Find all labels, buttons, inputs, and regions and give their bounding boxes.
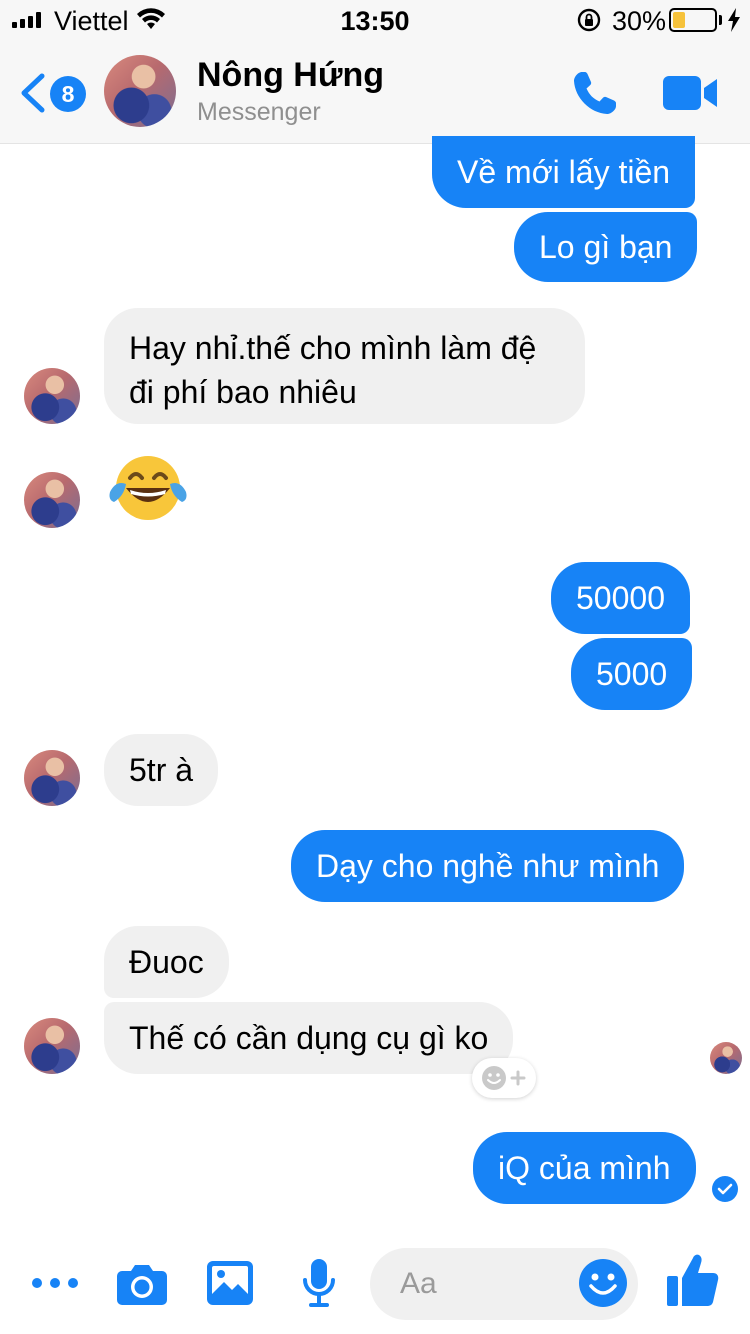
sender-avatar[interactable] [24, 750, 80, 806]
add-emoji-icon [482, 1066, 526, 1090]
emoji-picker-icon[interactable] [578, 1258, 628, 1308]
sender-avatar[interactable] [24, 368, 80, 424]
video-camera-icon[interactable] [663, 74, 719, 112]
battery-percent: 30% [612, 6, 667, 36]
rotation-lock-icon [577, 8, 601, 32]
camera-icon[interactable] [116, 1262, 168, 1306]
unread-count-badge[interactable]: 8 [50, 76, 86, 112]
contact-avatar[interactable] [104, 55, 176, 127]
sender-avatar[interactable] [24, 472, 80, 528]
composer-bar [0, 1240, 750, 1334]
more-options-icon[interactable] [32, 1278, 78, 1288]
battery-level [673, 12, 685, 28]
delivered-check-icon [712, 1176, 738, 1202]
message-bubble-incoming[interactable]: 5tr à [104, 734, 219, 806]
phone-icon[interactable] [570, 68, 620, 118]
message-bubble-outgoing[interactable]: 50000 [551, 562, 690, 634]
message-bubble-outgoing[interactable]: iQ của mình [473, 1132, 696, 1204]
conversation-header: 8 Nông Hứng Messenger [0, 40, 750, 144]
add-reaction-button[interactable] [472, 1058, 536, 1098]
photo-gallery-icon[interactable] [206, 1260, 254, 1306]
message-bubble-outgoing[interactable]: Về mới lấy tiền [432, 136, 696, 208]
message-bubble-incoming[interactable]: Đuoc [104, 926, 229, 998]
battery-icon [669, 8, 717, 32]
tears-of-joy-emoji[interactable] [108, 450, 188, 526]
sender-avatar[interactable] [24, 1018, 80, 1074]
microphone-icon[interactable] [302, 1258, 336, 1308]
message-bubble-outgoing[interactable]: 5000 [571, 638, 693, 710]
message-bubble-incoming[interactable]: Hay nhỉ.thế cho mình làm đệ đi phí bao n… [104, 308, 585, 424]
charging-bolt-icon [728, 8, 740, 32]
message-bubble-incoming[interactable]: Thế có cần dụng cụ gì ko [104, 1002, 514, 1074]
thumbs-up-icon[interactable] [666, 1252, 720, 1308]
back-chevron-icon[interactable] [18, 73, 48, 113]
status-bar: Viettel 13:50 30% [0, 0, 750, 40]
contact-subtitle: Messenger [197, 98, 321, 126]
read-receipt-avatar [710, 1042, 742, 1074]
message-bubble-outgoing[interactable]: Dạy cho nghề như mình [291, 830, 685, 902]
battery-tip [719, 15, 722, 25]
contact-name[interactable]: Nông Hứng [197, 56, 384, 95]
message-bubble-outgoing[interactable]: Lo gì bạn [514, 212, 698, 282]
